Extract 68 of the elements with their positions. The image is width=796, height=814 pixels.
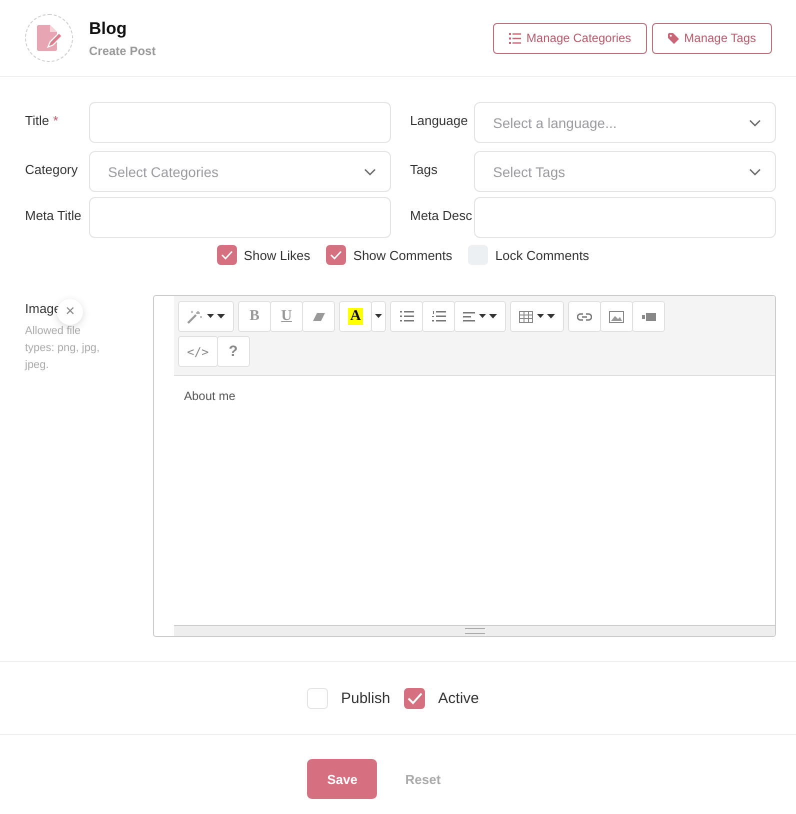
field-label: Tags — [410, 162, 438, 177]
ol-button[interactable] — [422, 301, 455, 332]
color-button[interactable]: A — [339, 301, 372, 332]
page-subtitle: Create Post — [89, 44, 157, 58]
text-field[interactable] — [89, 197, 391, 238]
magic-wand-icon — [187, 310, 203, 324]
underline-button[interactable]: U — [270, 301, 303, 332]
table-button[interactable] — [510, 301, 564, 332]
select-field[interactable]: Select Tags — [474, 151, 776, 192]
link-icon — [577, 312, 592, 320]
ul-button[interactable] — [390, 301, 423, 332]
more-button[interactable] — [371, 301, 386, 332]
table-icon — [519, 310, 533, 322]
align-button[interactable] — [454, 301, 506, 332]
numbered-list-icon — [432, 311, 446, 322]
tag-icon — [668, 32, 680, 44]
field-label: Category — [25, 162, 79, 177]
checkbox-label: Active — [438, 690, 480, 706]
caret-icon — [375, 314, 382, 319]
magic-button[interactable] — [178, 301, 234, 332]
list-icon — [509, 32, 522, 44]
checkmark-icon — [406, 692, 423, 704]
page-title: Blog — [89, 18, 128, 38]
required-mark: * — [53, 113, 58, 128]
code-button[interactable]: </> — [178, 336, 218, 367]
checkbox-label: Publish — [340, 690, 390, 706]
text-field[interactable] — [89, 102, 391, 143]
image-button[interactable] — [600, 301, 633, 332]
editor-content[interactable]: About me — [174, 376, 775, 625]
text-field[interactable] — [474, 197, 776, 238]
eraser-icon — [312, 312, 324, 322]
checkmark-icon — [220, 250, 233, 260]
link-button[interactable] — [568, 301, 601, 332]
video-button[interactable] — [632, 301, 665, 332]
caret-icon — [207, 314, 225, 319]
checkbox[interactable] — [404, 688, 426, 708]
select-field[interactable]: Select Categories — [89, 151, 391, 192]
checkbox[interactable] — [326, 245, 346, 265]
select-field[interactable]: Select a language... — [474, 102, 776, 143]
chevron-down-icon — [749, 168, 761, 176]
caret-icon — [537, 314, 555, 319]
bullet-list-icon — [400, 311, 414, 322]
manage-categories-button[interactable]: Manage Categories — [493, 22, 648, 54]
field-label: Meta Desc — [410, 208, 474, 223]
bold-button[interactable]: B — [238, 301, 271, 332]
video-icon — [642, 312, 656, 322]
checkbox-label: Lock Comments — [495, 248, 590, 262]
field-label: Language — [410, 113, 469, 128]
field-label: Meta Title — [25, 208, 82, 223]
align-left-icon — [463, 312, 475, 322]
checkbox[interactable] — [216, 245, 237, 265]
manage-tags-button[interactable]: Manage Tags — [652, 22, 772, 54]
picture-icon — [609, 310, 624, 322]
reset-button[interactable]: Reset — [387, 759, 459, 799]
file-types-hint: Allowed file types: png, jpg, jpeg. — [25, 324, 101, 373]
help-button[interactable]: ? — [216, 336, 250, 367]
save-button[interactable]: Save — [307, 759, 378, 799]
checkmark-icon — [330, 250, 342, 260]
checkbox-label: Show Likes — [244, 248, 310, 262]
close-button[interactable]: × — [57, 299, 84, 325]
caret-icon — [479, 314, 497, 319]
document-edit-icon — [25, 14, 73, 62]
field-label: Title * — [25, 113, 60, 128]
eraser-button[interactable] — [302, 301, 335, 332]
resize-handle[interactable] — [174, 625, 775, 636]
chevron-down-icon — [749, 118, 761, 126]
chevron-down-icon — [364, 168, 376, 176]
checkbox-label: Show Comments — [353, 248, 452, 262]
